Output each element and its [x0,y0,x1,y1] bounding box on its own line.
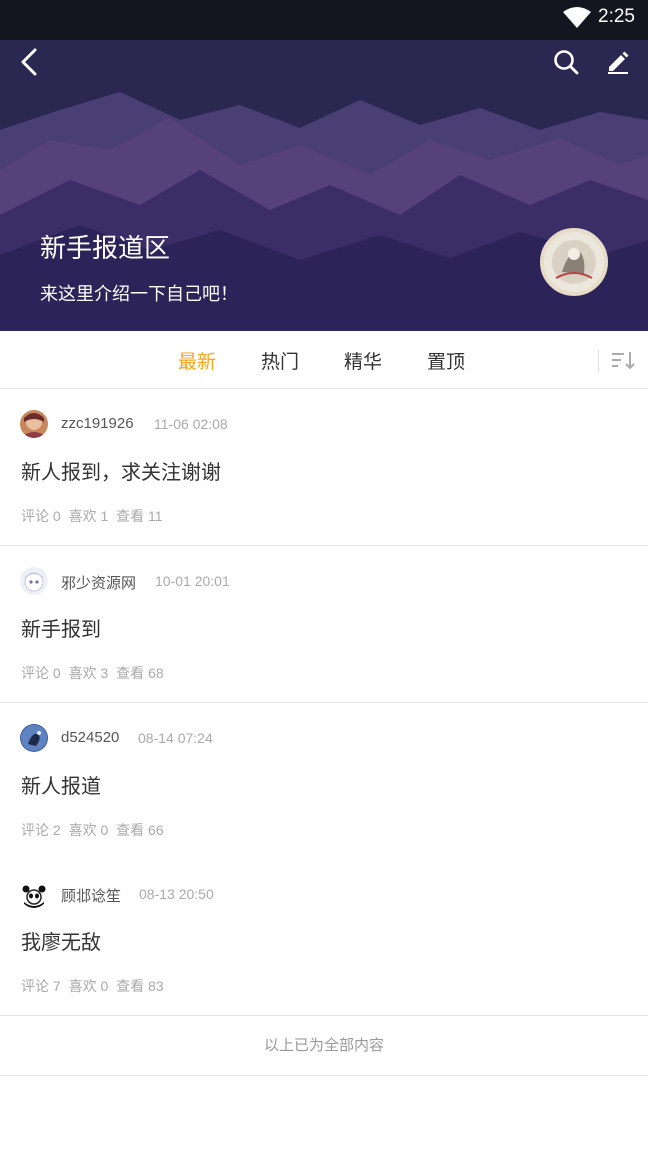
post-item[interactable]: d524520 08-14 07:24 新人报道 评论 2 喜欢 0 查看 66 [0,703,648,860]
like-count: 喜欢 0 [68,822,109,838]
filter-tabs: 最新 热门 精华 置顶 [0,331,648,389]
forum-header: 2:25 新手报道区 来这里介绍一下自己吧！ [0,0,648,331]
chevron-left-icon [21,48,37,76]
author-avatar[interactable] [20,880,48,908]
post-stats: 评论 2 喜欢 0 查看 66 [21,820,168,840]
post-time: 10-01 20:01 [155,573,230,589]
post-time: 08-14 07:24 [138,730,213,746]
like-count: 喜欢 3 [68,665,109,681]
tab-divider [598,350,599,372]
tab-hot[interactable]: 热门 [261,347,299,374]
avatar-image [20,724,48,752]
tab-featured[interactable]: 精华 [344,347,382,374]
post-time: 08-13 20:50 [139,886,214,902]
post-title[interactable]: 新人报道 [21,770,101,799]
back-button[interactable] [12,44,48,80]
search-icon [554,50,579,75]
sort-button[interactable] [606,345,638,375]
avatar-image [20,567,48,595]
post-item[interactable]: zzc191926 11-06 02:08 新人报到，求关注谢谢 评论 0 喜欢… [0,389,648,546]
post-author[interactable]: zzc191926 [61,415,134,432]
sort-descending-icon [612,352,635,370]
post-stats: 评论 0 喜欢 3 查看 68 [21,663,168,683]
forum-title: 新手报道区 [40,233,171,263]
avatar-image [20,410,48,438]
post-item[interactable]: 邪少资源网 10-01 20:01 新手报到 评论 0 喜欢 3 查看 68 [0,546,648,703]
forum-avatar[interactable] [540,228,608,296]
post-stats: 评论 0 喜欢 1 查看 11 [21,506,167,526]
author-avatar[interactable] [20,567,48,595]
status-bar: 2:25 [0,0,648,36]
comment-count: 评论 0 [21,508,61,524]
post-title[interactable]: 新手报到 [21,613,101,642]
status-time: 2:25 [598,6,635,27]
search-button[interactable] [548,44,584,80]
view-count: 查看 11 [116,508,163,524]
tab-latest[interactable]: 最新 [178,347,216,374]
wifi-icon [563,7,591,28]
pencil-icon [608,51,629,74]
forum-avatar-image [544,232,604,292]
avatar-image [20,880,48,908]
post-title[interactable]: 我廖无敌 [21,926,101,955]
like-count: 喜欢 0 [68,978,109,994]
edit-post-button[interactable] [600,44,636,80]
end-of-list-note: 以上已为全部内容 [0,1016,648,1076]
comment-count: 评论 7 [21,978,61,994]
post-author[interactable]: d524520 [61,729,119,746]
like-count: 喜欢 1 [68,508,109,524]
view-count: 查看 68 [116,665,164,681]
post-item[interactable]: 顾邶谂笙 08-13 20:50 我廖无敌 评论 7 喜欢 0 查看 83 [0,859,648,1016]
view-count: 查看 66 [116,822,164,838]
post-time: 11-06 02:08 [154,416,228,432]
post-author[interactable]: 邪少资源网 [61,572,136,593]
comment-count: 评论 0 [21,665,61,681]
post-author[interactable]: 顾邶谂笙 [61,885,121,906]
author-avatar[interactable] [20,410,48,438]
post-title[interactable]: 新人报到，求关注谢谢 [21,456,221,485]
post-stats: 评论 7 喜欢 0 查看 83 [21,976,168,996]
comment-count: 评论 2 [21,822,61,838]
view-count: 查看 83 [116,978,164,994]
tab-pinned[interactable]: 置顶 [427,347,465,374]
author-avatar[interactable] [20,724,48,752]
forum-subtitle: 来这里介绍一下自己吧！ [40,284,238,304]
